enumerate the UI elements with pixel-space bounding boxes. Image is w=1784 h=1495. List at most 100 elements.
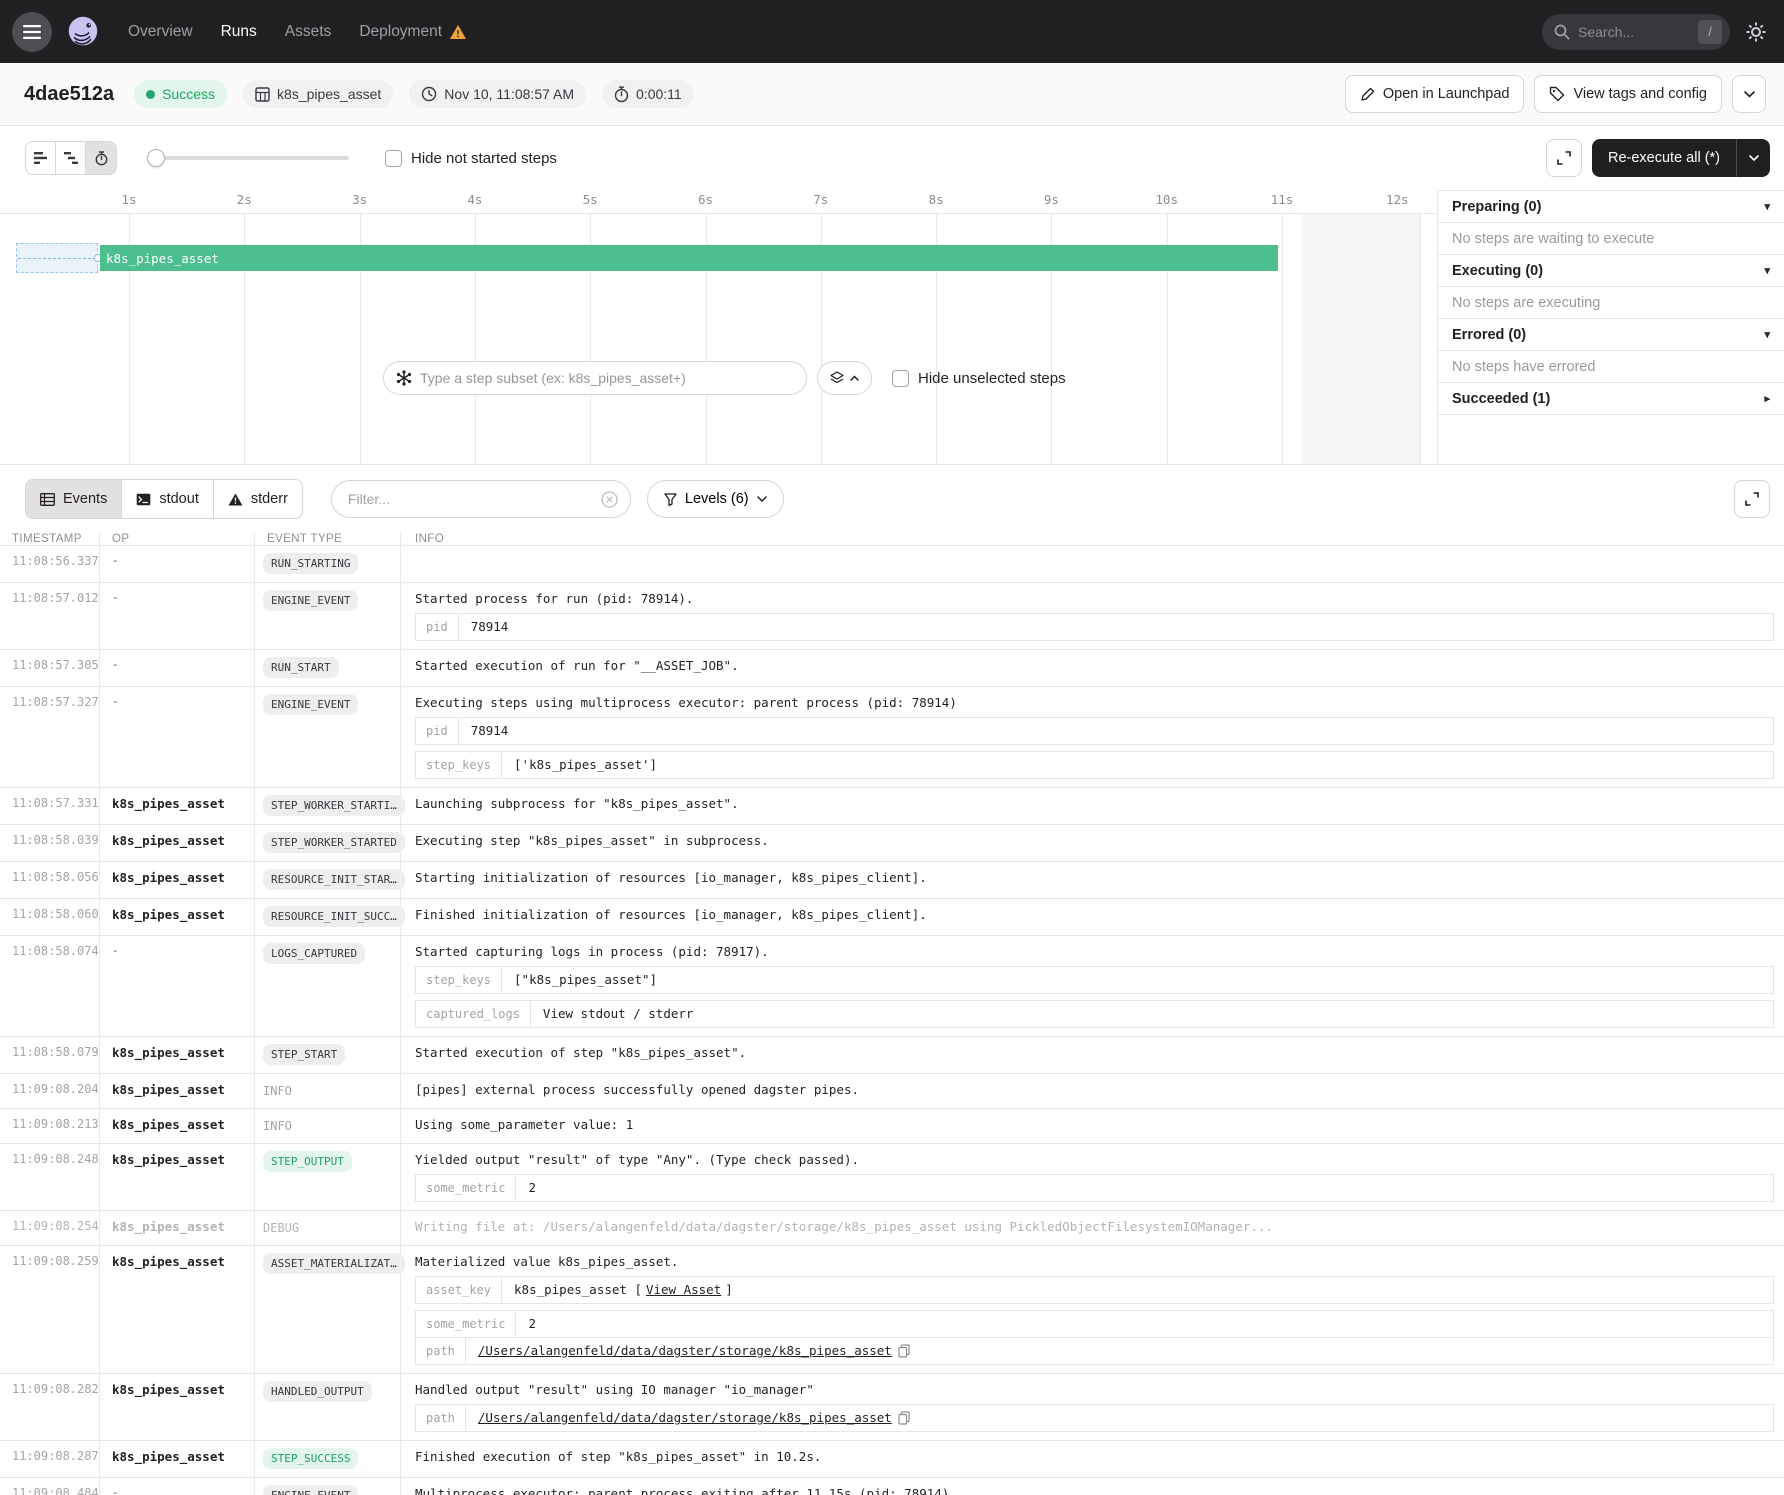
event-type-cell: ENGINE_EVENT: [255, 1478, 401, 1495]
stopwatch-icon: [614, 86, 629, 103]
gantt-step-bar[interactable]: k8s_pipes_asset: [100, 245, 1278, 271]
info-text: Started execution of run for "__ASSET_JO…: [415, 658, 1774, 674]
nav-item-runs[interactable]: Runs: [221, 23, 257, 41]
expand-icon: [1745, 492, 1759, 506]
log-filter-field[interactable]: [331, 480, 631, 518]
step-status-label: Executing (0): [1452, 263, 1543, 279]
op-cell: k8s_pipes_asset: [100, 862, 255, 898]
view-tags-config-button[interactable]: View tags and config: [1534, 75, 1722, 113]
table-row: 11:09:08.254k8s_pipes_assetDEBUGWriting …: [0, 1211, 1784, 1246]
step-status-section-executing[interactable]: Executing (0)▾: [1438, 255, 1784, 287]
event-type-badge: RUN_STARTING: [263, 553, 358, 574]
metadata-table: step_keys["k8s_pipes_asset"]: [415, 966, 1774, 994]
event-type-badge: RESOURCE_INIT_STAR…: [263, 869, 405, 890]
path-link[interactable]: /Users/alangenfeld/data/dagster/storage/…: [478, 1410, 892, 1426]
metadata-key: step_keys: [416, 967, 502, 993]
status-badge: Success: [134, 80, 227, 108]
global-search[interactable]: /: [1542, 14, 1730, 50]
metadata-value: /Users/alangenfeld/data/dagster/storage/…: [466, 1338, 1773, 1364]
view-stdout-stderr-link[interactable]: View stdout / stderr: [543, 1006, 694, 1022]
metadata-value: 78914: [459, 718, 1773, 744]
nav-item-assets[interactable]: Assets: [285, 23, 332, 41]
info-cell: Finished initialization of resources [io…: [401, 899, 1784, 935]
step-subset-field[interactable]: [383, 361, 807, 395]
info-cell: Started execution of step "k8s_pipes_ass…: [401, 1037, 1784, 1073]
table-row: 11:08:57.305-RUN_STARTStarted execution …: [0, 650, 1784, 687]
tab-stdout[interactable]: stdout: [122, 480, 214, 518]
timestamp-cell: 11:09:08.213: [0, 1109, 100, 1143]
info-cell: Executing step "k8s_pipes_asset" in subp…: [401, 825, 1784, 861]
metadata-row: pid78914: [416, 718, 1773, 744]
step-status-label: No steps have errored: [1452, 359, 1595, 375]
warning-triangle-icon: [228, 493, 243, 506]
event-type-cell: STEP_START: [255, 1037, 401, 1073]
clear-filter-icon[interactable]: [601, 491, 618, 508]
hide-unselected-checkbox[interactable]: [892, 370, 909, 387]
top-nav: Overview Runs Assets Deployment /: [0, 0, 1784, 63]
table-row: 11:08:58.039k8s_pipes_assetSTEP_WORKER_S…: [0, 825, 1784, 862]
timestamp-cell: 11:08:56.337: [0, 546, 100, 582]
gantt-gridline: [1282, 214, 1283, 464]
chevron-right-icon: ▸: [1764, 392, 1770, 405]
reexecute-all-button[interactable]: Re-execute all (*): [1592, 150, 1736, 166]
copy-path-button[interactable]: [896, 1344, 912, 1358]
step-status-section-errored[interactable]: Errored (0)▾: [1438, 319, 1784, 351]
event-type-cell: ASSET_MATERIALIZAT…: [255, 1246, 401, 1373]
nav-item-overview[interactable]: Overview: [128, 23, 193, 41]
nav-item-deployment[interactable]: Deployment: [359, 23, 466, 41]
graph-query-toggle-button[interactable]: [817, 361, 872, 395]
axis-tick-label: 6s: [698, 192, 713, 207]
tab-stderr[interactable]: stderr: [214, 480, 302, 518]
step-status-label: No steps are executing: [1452, 295, 1600, 311]
info-text: Materialized value k8s_pipes_asset.: [415, 1254, 1774, 1270]
op-cell: -: [100, 1478, 255, 1495]
info-cell: Started execution of run for "__ASSET_JO…: [401, 650, 1784, 686]
info-cell: Using some_parameter value: 1: [401, 1109, 1784, 1143]
table-row: 11:08:57.331k8s_pipes_assetSTEP_WORKER_S…: [0, 788, 1784, 825]
dagster-logo-icon: [64, 13, 102, 51]
metadata-table: asset_keyk8s_pipes_asset [View Asset]: [415, 1276, 1774, 1304]
search-input[interactable]: [1578, 24, 1698, 40]
step-subset-input[interactable]: [420, 370, 794, 386]
step-status-section-preparing[interactable]: Preparing (0)▾: [1438, 191, 1784, 223]
event-type-cell: STEP_SUCCESS: [255, 1441, 401, 1477]
hamburger-menu-button[interactable]: [12, 12, 52, 52]
step-status-section-succeeded[interactable]: Succeeded (1)▸: [1438, 383, 1784, 415]
open-in-launchpad-button[interactable]: Open in Launchpad: [1345, 75, 1525, 113]
chevron-down-icon: [757, 496, 767, 502]
hide-not-started-checkbox[interactable]: [385, 150, 402, 167]
op-cell: -: [100, 583, 255, 649]
clock-icon: [421, 86, 437, 102]
axis-tick-label: 5s: [583, 192, 598, 207]
info-cell: Finished execution of step "k8s_pipes_as…: [401, 1441, 1784, 1477]
info-cell: Started process for run (pid: 78914).pid…: [401, 583, 1784, 649]
metadata-value: k8s_pipes_asset [View Asset]: [502, 1277, 1773, 1303]
chevron-up-icon: [850, 375, 859, 381]
run-header-more-button[interactable]: [1732, 75, 1766, 113]
op-cell: -: [100, 936, 255, 1036]
path-link[interactable]: /Users/alangenfeld/data/dagster/storage/…: [478, 1343, 892, 1359]
gear-icon[interactable]: [1746, 22, 1766, 42]
gantt-timed-view-button[interactable]: [86, 142, 116, 174]
log-filter-input[interactable]: [348, 491, 601, 507]
gantt-expand-button[interactable]: [1546, 139, 1582, 177]
levels-dropdown-button[interactable]: Levels (6): [647, 480, 784, 518]
metadata-key: step_keys: [416, 752, 502, 778]
event-type-cell: ENGINE_EVENT: [255, 687, 401, 787]
gantt-flat-view-button[interactable]: [26, 142, 56, 174]
job-pill[interactable]: k8s_pipes_asset: [243, 80, 393, 108]
step-status-empty-message: No steps are executing: [1438, 287, 1784, 319]
gantt-zoom-knob[interactable]: [147, 149, 165, 167]
gantt-zoom-slider[interactable]: [149, 156, 349, 160]
logs-expand-button[interactable]: [1734, 480, 1770, 518]
tab-events[interactable]: Events: [26, 480, 122, 518]
event-type-badge: STEP_SUCCESS: [263, 1448, 358, 1469]
table-row: 11:08:57.327-ENGINE_EVENTExecuting steps…: [0, 687, 1784, 788]
view-asset-link[interactable]: View Asset: [646, 1282, 721, 1298]
copy-path-button[interactable]: [896, 1411, 912, 1425]
gantt-waterfall-view-button[interactable]: [56, 142, 86, 174]
metadata-row: step_keys['k8s_pipes_asset']: [416, 752, 1773, 778]
metadata-value: 2: [516, 1311, 1773, 1337]
search-shortcut-key: /: [1698, 20, 1722, 44]
reexecute-dropdown-button[interactable]: [1736, 139, 1770, 177]
